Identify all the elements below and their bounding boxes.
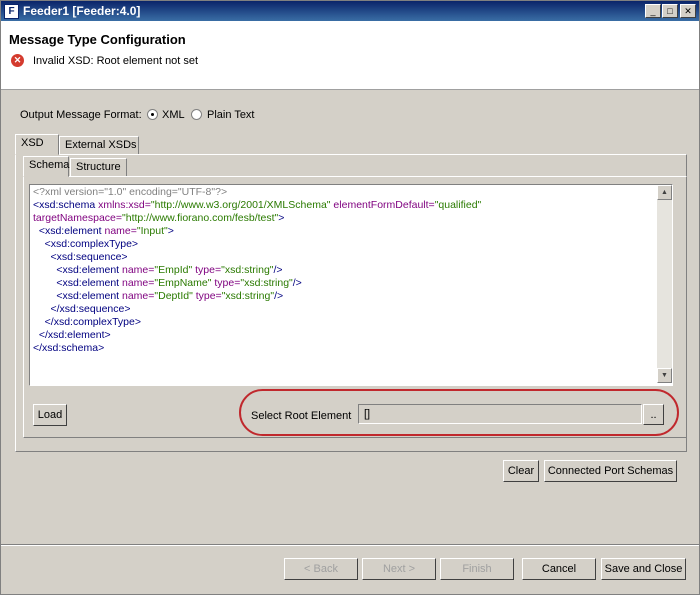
radio-plain-text-label[interactable]: Plain Text	[207, 109, 255, 121]
code-line: <xsd:element name="Input">	[33, 225, 481, 238]
tab-external-xsds[interactable]: External XSDs	[59, 136, 139, 155]
code-token: </xsd:schema>	[33, 342, 105, 354]
error-message: Invalid XSD: Root element not set	[33, 55, 199, 67]
code-line: <xsd:element name="EmpId" type="xsd:stri…	[33, 264, 481, 277]
code-token: "qualified"	[434, 199, 482, 211]
radio-plain-text[interactable]	[191, 109, 202, 120]
code-line: <xsd:element name="EmpName" type="xsd:st…	[33, 277, 481, 290]
close-button[interactable]: ✕	[680, 4, 696, 18]
scroll-down-icon[interactable]: ▼	[657, 368, 672, 383]
radio-xml[interactable]	[147, 109, 158, 120]
window-title: Feeder1 [Feeder:4.0]	[23, 4, 141, 18]
code-token: <xsd:element	[33, 290, 122, 302]
code-token: name=	[122, 277, 155, 289]
xsd-code[interactable]: <?xml version="1.0" encoding="UTF-8"?> <x…	[33, 186, 481, 355]
finish-button[interactable]: Finish	[440, 558, 514, 580]
next-button[interactable]: Next >	[362, 558, 436, 580]
code-token: elementFormDefault=	[330, 199, 435, 211]
code-line: targetNamespace="http://www.fiorano.com/…	[33, 212, 481, 225]
scroll-up-icon[interactable]: ▲	[657, 185, 672, 200]
code-token: name=	[104, 225, 137, 237]
code-token: <xsd:element	[33, 277, 122, 289]
code-token: name=	[122, 290, 155, 302]
code-token: "EmpId"	[154, 264, 193, 276]
code-token: <xsd:element	[33, 225, 105, 237]
error-icon: ✕	[11, 54, 24, 67]
code-token: type=	[211, 277, 241, 289]
code-line: <?xml version="1.0" encoding="UTF-8"?>	[33, 186, 481, 199]
code-token: name=	[122, 264, 155, 276]
code-token: "Input"	[136, 225, 168, 237]
code-line: <xsd:schema xmlns:xsd="http://www.w3.org…	[33, 199, 481, 212]
code-token: >	[278, 212, 285, 224]
code-token: "DeptId"	[154, 290, 193, 302]
code-line: <xsd:sequence>	[33, 251, 481, 264]
root-element-label: Select Root Element	[251, 410, 352, 422]
code-token: xmlns:xsd=	[98, 199, 151, 211]
save-and-close-button[interactable]: Save and Close	[601, 558, 686, 580]
code-token: />	[292, 277, 302, 289]
code-token: >	[167, 225, 174, 237]
code-token: "http://www.fiorano.com/fesb/test"	[122, 212, 279, 224]
tab-schema[interactable]: Schema	[23, 156, 69, 177]
code-token: "xsd:string"	[221, 290, 275, 302]
maximize-button[interactable]: □	[662, 4, 678, 18]
dialog-window: F Feeder1 [Feeder:4.0] _ □ ✕ Message Typ…	[0, 0, 700, 595]
code-token: <?xml version="1.0" encoding="UTF-8"?>	[33, 186, 228, 198]
code-token: />	[273, 264, 283, 276]
tab-xsd[interactable]: XSD	[15, 134, 59, 155]
code-line: </xsd:schema>	[33, 342, 481, 355]
connected-port-schemas-button[interactable]: Connected Port Schemas	[544, 460, 677, 482]
code-token: "http://www.w3.org/2001/XMLSchema"	[150, 199, 331, 211]
code-line: </xsd:element>	[33, 329, 481, 342]
code-token: "EmpName"	[154, 277, 212, 289]
code-token: "xsd:string"	[240, 277, 293, 289]
code-line: </xsd:sequence>	[33, 303, 481, 316]
minimize-button[interactable]: _	[645, 4, 661, 18]
code-token: <xsd:sequence>	[33, 251, 128, 263]
cancel-button[interactable]: Cancel	[522, 558, 596, 580]
code-token: type=	[192, 290, 222, 302]
tab-structure[interactable]: Structure	[70, 158, 127, 177]
code-token: <xsd:complexType>	[33, 238, 139, 250]
code-line: <xsd:element name="DeptId" type="xsd:str…	[33, 290, 481, 303]
code-line: <xsd:complexType>	[33, 238, 481, 251]
code-token: </xsd:element>	[33, 329, 111, 341]
page-title: Message Type Configuration	[9, 32, 186, 47]
code-token: />	[274, 290, 284, 302]
code-token: "xsd:string"	[221, 264, 274, 276]
code-token: <xsd:schema	[33, 199, 99, 211]
title-bar[interactable]: F Feeder1 [Feeder:4.0] _ □ ✕	[1, 1, 699, 21]
editor-scrollbar[interactable]: ▲ ▼	[657, 185, 672, 383]
radio-xml-label[interactable]: XML	[162, 109, 185, 121]
code-token: </xsd:complexType>	[33, 316, 141, 328]
code-token: targetNamespace=	[33, 212, 123, 224]
load-button[interactable]: Load	[33, 404, 67, 426]
browse-root-button[interactable]: ..	[643, 404, 664, 425]
code-token: </xsd:sequence>	[33, 303, 131, 315]
code-line: </xsd:complexType>	[33, 316, 481, 329]
dialog-header: Message Type Configuration ✕ Invalid XSD…	[1, 21, 699, 90]
output-format-label: Output Message Format:	[20, 109, 142, 121]
footer-divider	[1, 544, 699, 546]
code-token: type=	[192, 264, 222, 276]
clear-button[interactable]: Clear	[503, 460, 539, 482]
xsd-editor[interactable]: <?xml version="1.0" encoding="UTF-8"?> <x…	[29, 184, 673, 386]
code-token: <xsd:element	[33, 264, 122, 276]
root-element-field[interactable]: []	[358, 404, 642, 424]
back-button[interactable]: < Back	[284, 558, 358, 580]
app-icon: F	[4, 4, 19, 19]
